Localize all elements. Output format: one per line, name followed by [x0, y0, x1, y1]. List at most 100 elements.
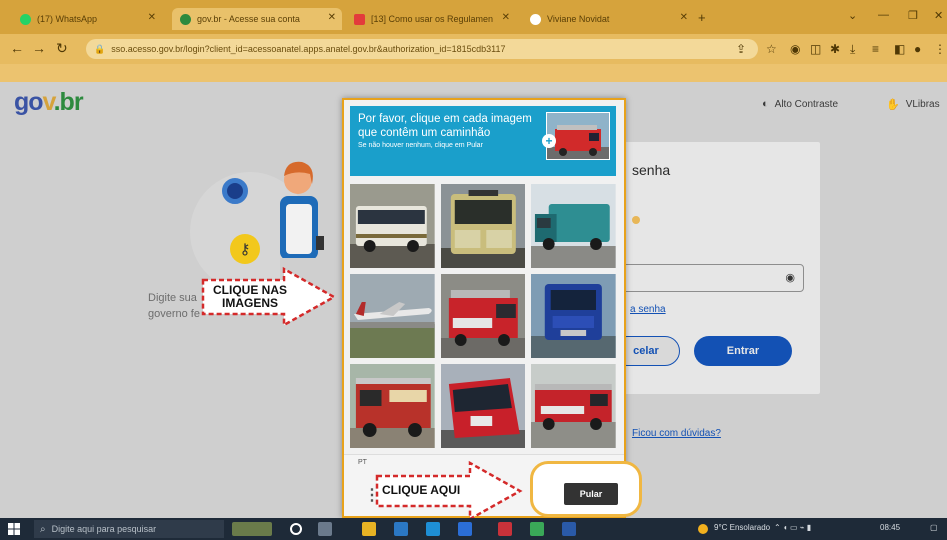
windows-start-icon[interactable]	[8, 523, 20, 535]
taskbar-search[interactable]: ⌕ Digite aqui para pesquisar	[34, 520, 224, 538]
maximize-icon[interactable]: ❐	[908, 9, 918, 22]
youtube-icon	[354, 13, 365, 25]
chrome-icon[interactable]	[530, 522, 544, 536]
captcha-image-fire-truck-red[interactable]	[440, 274, 526, 358]
captcha-image-garbage-truck[interactable]	[531, 184, 616, 268]
captcha-image-bus-red[interactable]	[440, 364, 526, 448]
vlibras-button[interactable]: ✋ VLibras	[886, 98, 940, 111]
lock-icon: 🔒	[94, 43, 106, 54]
new-tab-icon[interactable]: +	[698, 10, 706, 25]
weather-text[interactable]: 9°C Ensolarado	[714, 523, 770, 532]
contrast-label: Alto Contraste	[774, 98, 839, 110]
vlibras-label: VLibras	[905, 99, 940, 110]
click-images-callout: CLIQUE NAS IMAGENS	[200, 266, 340, 328]
address-bar: ← → ↻ 🔒 sso.acesso.gov.br/login?client_i…	[0, 34, 947, 64]
star-icon[interactable]: ☆	[766, 42, 777, 56]
intro-line-1: Digite sua	[148, 292, 197, 304]
menu-icon[interactable]: ⋮	[934, 42, 946, 56]
add-icon: +	[542, 134, 556, 148]
captcha-prompt: Por favor, clique em cada imagem que con…	[358, 113, 532, 139]
settings-icon	[222, 178, 248, 204]
forward-icon[interactable]: →	[32, 40, 46, 56]
word-icon[interactable]	[562, 522, 576, 536]
close-icon[interactable]: ✕	[148, 12, 156, 23]
forgot-password-link[interactable]: a senha	[630, 304, 666, 315]
captcha-image-truck-blue[interactable]	[531, 274, 616, 358]
close-icon[interactable]: ✕	[680, 12, 688, 23]
search-icon: ⌕	[40, 523, 46, 535]
notification-icon[interactable]: ▢	[930, 523, 938, 532]
close-icon[interactable]: ✕	[502, 12, 510, 23]
clock[interactable]: 08:45	[880, 523, 900, 532]
minimize-icon[interactable]: —	[878, 9, 889, 21]
tab-govbr[interactable]: gov.br - Acesse sua conta ✕	[172, 8, 342, 30]
callout-text: CLIQUE AQUI	[382, 483, 461, 497]
tab-youtube[interactable]: [13] Como usar os Regulamen ✕	[346, 8, 516, 30]
extension-icon[interactable]: ◫	[810, 42, 821, 56]
reading-list-icon[interactable]: ≡	[872, 42, 879, 56]
logo-part-v: v	[42, 88, 55, 116]
govbr-logo[interactable]: gov.br	[14, 88, 84, 117]
click-here-callout: CLIQUE AQUI	[374, 460, 524, 522]
weather-icon	[698, 524, 708, 534]
tab-label: gov.br - Acesse sua conta	[197, 14, 300, 24]
bookmarks-bar	[0, 64, 947, 82]
tab-whatsapp[interactable]: (17) WhatsApp ✕	[12, 8, 162, 30]
captcha-subtitle: Se não houver nenhum, clique em Pular	[358, 142, 483, 149]
contrast-icon: ◐	[762, 98, 769, 110]
hcaptcha-dialog: Por favor, clique em cada imagem que con…	[342, 98, 642, 518]
news-widget-icon[interactable]	[232, 522, 272, 536]
profile-avatar-icon[interactable]: ●	[914, 42, 921, 56]
captcha-image-fire-truck-old[interactable]	[350, 364, 435, 448]
step-indicator	[632, 216, 640, 224]
chevron-down-icon[interactable]: ⌄	[848, 9, 857, 22]
enter-button[interactable]: Entrar	[694, 336, 792, 366]
close-window-icon[interactable]: ✕	[934, 9, 943, 22]
whatsapp-icon	[20, 13, 31, 25]
sidebar-icon[interactable]: ◧	[894, 42, 905, 56]
edge-icon[interactable]	[426, 522, 440, 536]
captcha-image-airplane[interactable]	[350, 274, 435, 358]
browser-tab-bar: (17) WhatsApp ✕ gov.br - Acesse sua cont…	[0, 0, 947, 34]
eye-icon[interactable]: ◉	[785, 271, 795, 284]
close-icon[interactable]: ✕	[328, 12, 336, 23]
taskbar-search-placeholder: Digite aqui para pesquisar	[51, 524, 157, 534]
help-link[interactable]: Ficou com dúvidas?	[632, 428, 721, 439]
tab-label: (17) WhatsApp	[37, 14, 98, 24]
mail-icon[interactable]	[394, 522, 408, 536]
logo-part-br: .br	[53, 88, 84, 116]
captcha-image-bus-yellow[interactable]	[440, 184, 526, 268]
skip-button[interactable]: Pular	[564, 483, 618, 505]
captcha-image-bus-white[interactable]	[350, 184, 435, 268]
key-icon: ⚷	[230, 234, 260, 264]
captcha-image-grid	[350, 184, 616, 448]
language-selector[interactable]: PT	[358, 459, 367, 466]
login-title: senha	[632, 162, 671, 178]
captcha-header: Por favor, clique em cada imagem que con…	[350, 106, 616, 176]
windows-taskbar: ⌕ Digite aqui para pesquisar 9°C Ensolar…	[0, 518, 947, 540]
contrast-toggle[interactable]: ◐ Alto Contraste	[762, 98, 838, 110]
file-explorer-icon[interactable]	[362, 522, 376, 536]
govbr-icon	[180, 13, 191, 25]
app-icon[interactable]	[498, 522, 512, 536]
reload-icon[interactable]: ↻	[56, 40, 68, 57]
share-icon[interactable]: ⇪	[736, 42, 746, 56]
store-icon[interactable]	[458, 522, 472, 536]
url-field[interactable]: 🔒 sso.acesso.gov.br/login?client_id=aces…	[86, 39, 758, 59]
puzzle-icon[interactable]: ✱	[830, 42, 840, 56]
cortana-icon[interactable]	[290, 523, 302, 535]
callout-text: CLIQUE NAS IMAGENS	[212, 283, 287, 310]
extension-icon[interactable]: ◉	[790, 42, 800, 56]
back-icon[interactable]: ←	[10, 40, 24, 56]
tray-icons[interactable]: ⌃ ◖ ▭ ⌁ ▮	[774, 523, 811, 532]
download-icon[interactable]: ⤓	[850, 42, 855, 57]
tab-label: [13] Como usar os Regulamen	[371, 14, 494, 24]
hand-icon: ✋	[886, 99, 900, 111]
page-icon	[530, 13, 541, 25]
sample-fire-truck-image	[546, 112, 610, 160]
task-view-icon[interactable]	[318, 522, 332, 536]
captcha-image-fire-truck-parked[interactable]	[531, 364, 616, 448]
logo-part-go: go	[14, 88, 44, 116]
password-field[interactable]: ◉	[620, 264, 804, 292]
tab-viviane[interactable]: Viviane Novidat ✕	[522, 8, 694, 30]
